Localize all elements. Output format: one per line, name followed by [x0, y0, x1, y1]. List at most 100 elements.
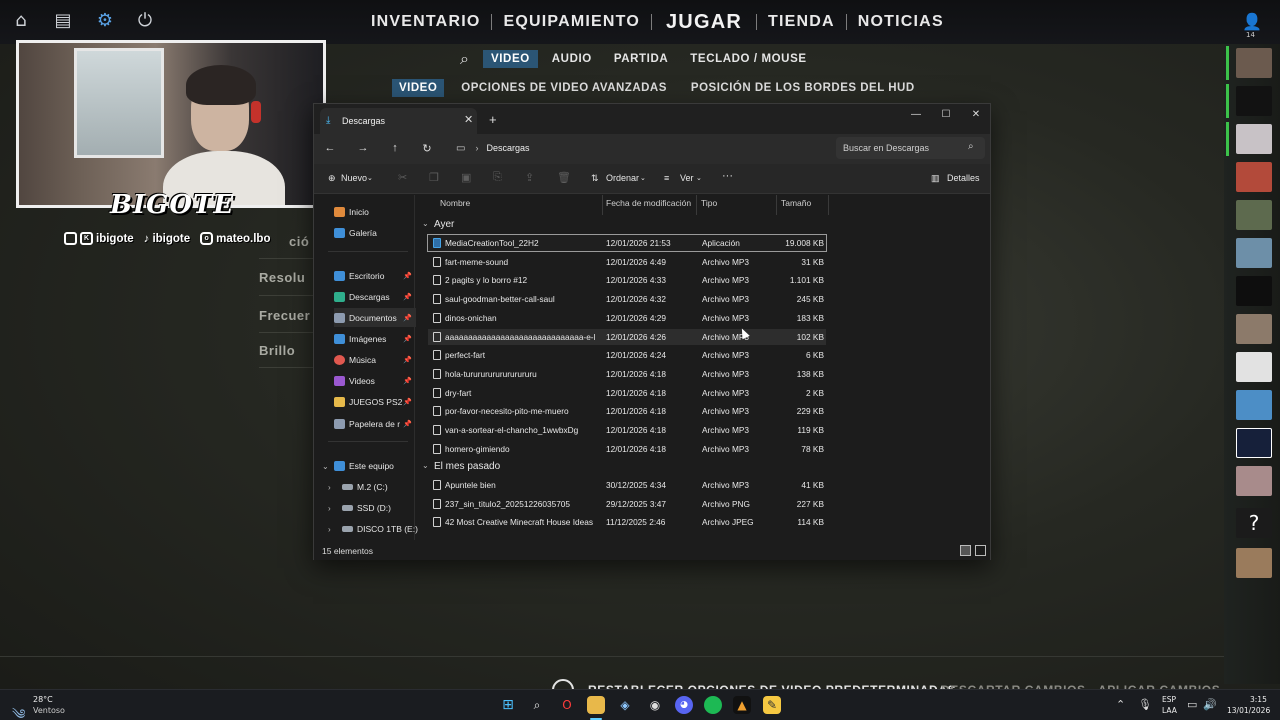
nav-item-inicio[interactable]: Inicio	[334, 202, 416, 221]
more-options-icon[interactable]: ···	[722, 170, 733, 182]
microphone-icon[interactable]: 🎙	[1138, 698, 1152, 711]
column-header-name[interactable]: Nombre	[440, 198, 470, 208]
friend-avatar[interactable]	[1236, 276, 1272, 306]
chevron-down-icon[interactable]: ⌄	[422, 219, 429, 228]
column-divider[interactable]	[602, 195, 603, 215]
column-header-size[interactable]: Tamaño	[781, 198, 811, 208]
copy-icon[interactable]: ❐	[429, 171, 439, 184]
nav-item-documentos[interactable]: Documentos 📌	[334, 308, 416, 327]
details-pane-icon[interactable]: ▥	[931, 173, 940, 184]
cut-icon[interactable]: ✂	[398, 171, 407, 184]
refresh-icon[interactable]: ↻	[419, 142, 435, 155]
up-arrow-icon[interactable]: ↑	[387, 142, 403, 154]
network-icon[interactable]: ▭	[1187, 698, 1197, 711]
paste-icon[interactable]: ▣	[461, 171, 471, 184]
address-bar[interactable]: ▭ › Descargas	[450, 137, 828, 159]
friend-avatar[interactable]	[1236, 162, 1272, 192]
tiles-view-icon[interactable]	[975, 545, 986, 556]
tv-icon[interactable]: ▤	[52, 10, 74, 32]
nav-equipamiento[interactable]: EQUIPAMIENTO	[492, 13, 651, 31]
spotify-icon[interactable]	[704, 696, 722, 714]
volume-icon[interactable]: 🔊	[1203, 698, 1217, 711]
rename-icon[interactable]: ⎘	[493, 171, 502, 184]
input-language[interactable]: ESP	[1162, 695, 1176, 704]
tab-video[interactable]: VIDEO	[482, 50, 538, 68]
tab-audio[interactable]: AUDIO	[544, 50, 600, 68]
view-button[interactable]: Ver	[680, 173, 694, 183]
setting-brightness-label[interactable]: Brillo	[259, 343, 295, 358]
weather-description[interactable]: Ventoso	[33, 706, 65, 715]
nav-item-juegos-ps2[interactable]: JUEGOS PS2 📌	[334, 392, 416, 411]
pin-icon[interactable]: 📌	[403, 272, 412, 280]
nav-item-musica[interactable]: Música 📌	[334, 350, 416, 369]
file-row[interactable]: por-favor-necesito-pito-me-muero 12/01/20…	[428, 403, 826, 419]
chevron-down-icon[interactable]: ⌄	[696, 174, 702, 182]
chevron-down-icon[interactable]: ⌄	[640, 174, 646, 182]
input-layout[interactable]: LAA	[1162, 706, 1177, 715]
steam-icon[interactable]: ◈	[616, 696, 634, 714]
discord-icon[interactable]: ◕	[675, 696, 693, 714]
column-header-type[interactable]: Tipo	[701, 198, 717, 208]
group-header-mes-pasado[interactable]: El mes pasado	[434, 461, 500, 472]
file-row[interactable]: dinos-onichan 12/01/2026 4:29 Archivo MP3 1…	[428, 310, 826, 326]
friend-avatar[interactable]	[1236, 548, 1272, 578]
file-row[interactable]: 237_sin_titulo2_20251226035705 29/12/2025…	[428, 496, 826, 512]
nav-item-escritorio[interactable]: Escritorio 📌	[334, 266, 416, 285]
friend-avatar[interactable]	[1236, 352, 1272, 382]
friend-avatar[interactable]	[1236, 314, 1272, 344]
search-icon[interactable]: ⌕	[528, 696, 546, 714]
start-icon[interactable]: ⊞	[499, 696, 517, 714]
sort-button[interactable]: Ordenar	[606, 173, 639, 183]
chevron-down-icon[interactable]: ⌄	[367, 174, 373, 182]
friend-avatar[interactable]	[1236, 390, 1272, 420]
friend-avatar[interactable]	[1236, 466, 1272, 496]
nav-item-descargas[interactable]: Descargas 📌	[334, 287, 416, 306]
subtab-advanced-video[interactable]: OPCIONES DE VIDEO AVANZADAS	[454, 79, 674, 97]
tab-teclado-mouse[interactable]: TECLADO / MOUSE	[682, 50, 814, 68]
file-row[interactable]: Apuntele bien 30/12/2025 4:34 Archivo MP3 4…	[428, 477, 826, 493]
nav-item-este-equipo[interactable]: Este equipo	[334, 456, 416, 475]
subtab-hud-borders[interactable]: POSICIÓN DE LOS BORDES DEL HUD	[684, 79, 922, 97]
file-row[interactable]: perfect-fart 12/01/2026 4:24 Archivo MP3 6 …	[428, 347, 826, 363]
pin-icon[interactable]: 📌	[403, 356, 412, 364]
nav-tienda[interactable]: TIENDA	[757, 13, 846, 31]
friend-avatar[interactable]	[1236, 428, 1272, 458]
forward-arrow-icon[interactable]: →	[355, 142, 371, 154]
file-row[interactable]: MediaCreationTool_22H2 12/01/2026 21:53 Ap…	[427, 234, 827, 252]
gear-icon[interactable]: ⚙	[94, 10, 116, 32]
file-row[interactable]: hola-turururururururururu 12/01/2026 4:18…	[428, 366, 826, 382]
chevron-down-icon[interactable]: ⌄	[322, 462, 329, 471]
chevron-right-icon[interactable]: ›	[475, 143, 478, 153]
file-row[interactable]: 42 Most Creative Minecraft House Ideas t…	[428, 514, 826, 530]
column-divider[interactable]	[776, 195, 777, 215]
close-tab-icon[interactable]: ✕	[464, 113, 473, 126]
maximize-icon[interactable]: ☐	[936, 109, 956, 125]
file-row[interactable]: dry-fart 12/01/2026 4:18 Archivo MP3 2 KB	[428, 385, 826, 401]
nav-item-drive-e[interactable]: DISCO 1TB (E:)	[342, 519, 424, 538]
column-divider[interactable]	[696, 195, 697, 215]
pin-icon[interactable]: 📌	[403, 398, 412, 406]
minimize-icon[interactable]: —	[906, 109, 926, 125]
column-divider[interactable]	[828, 195, 829, 215]
obs-icon[interactable]: ◉	[646, 696, 664, 714]
tray-overflow-icon[interactable]: ⌃	[1116, 698, 1125, 711]
friend-avatar[interactable]	[1236, 86, 1272, 116]
friend-avatar[interactable]	[1236, 48, 1272, 78]
pin-icon[interactable]: 📌	[403, 420, 412, 428]
tab-partida[interactable]: PARTIDA	[606, 50, 676, 68]
pin-icon[interactable]: 📌	[403, 377, 412, 385]
weather-temperature[interactable]: 28°C	[33, 695, 53, 704]
new-button[interactable]: Nuevo	[341, 173, 367, 183]
notes-app-icon[interactable]: ✎	[763, 696, 781, 714]
pin-icon[interactable]: 📌	[403, 335, 412, 343]
details-button[interactable]: Detalles	[947, 173, 980, 183]
opera-icon[interactable]: O	[558, 696, 576, 714]
nav-jugar[interactable]: JUGAR	[652, 11, 756, 34]
pin-icon[interactable]: 📌	[403, 293, 412, 301]
chevron-right-icon[interactable]: ›	[328, 483, 331, 492]
clock-date[interactable]: 13/01/2026	[1227, 706, 1270, 715]
friend-avatar[interactable]	[1236, 200, 1272, 230]
details-view-icon[interactable]	[960, 545, 971, 556]
nav-item-drive-d[interactable]: SSD (D:)	[342, 498, 424, 517]
home-icon[interactable]: ⌂	[10, 10, 32, 32]
